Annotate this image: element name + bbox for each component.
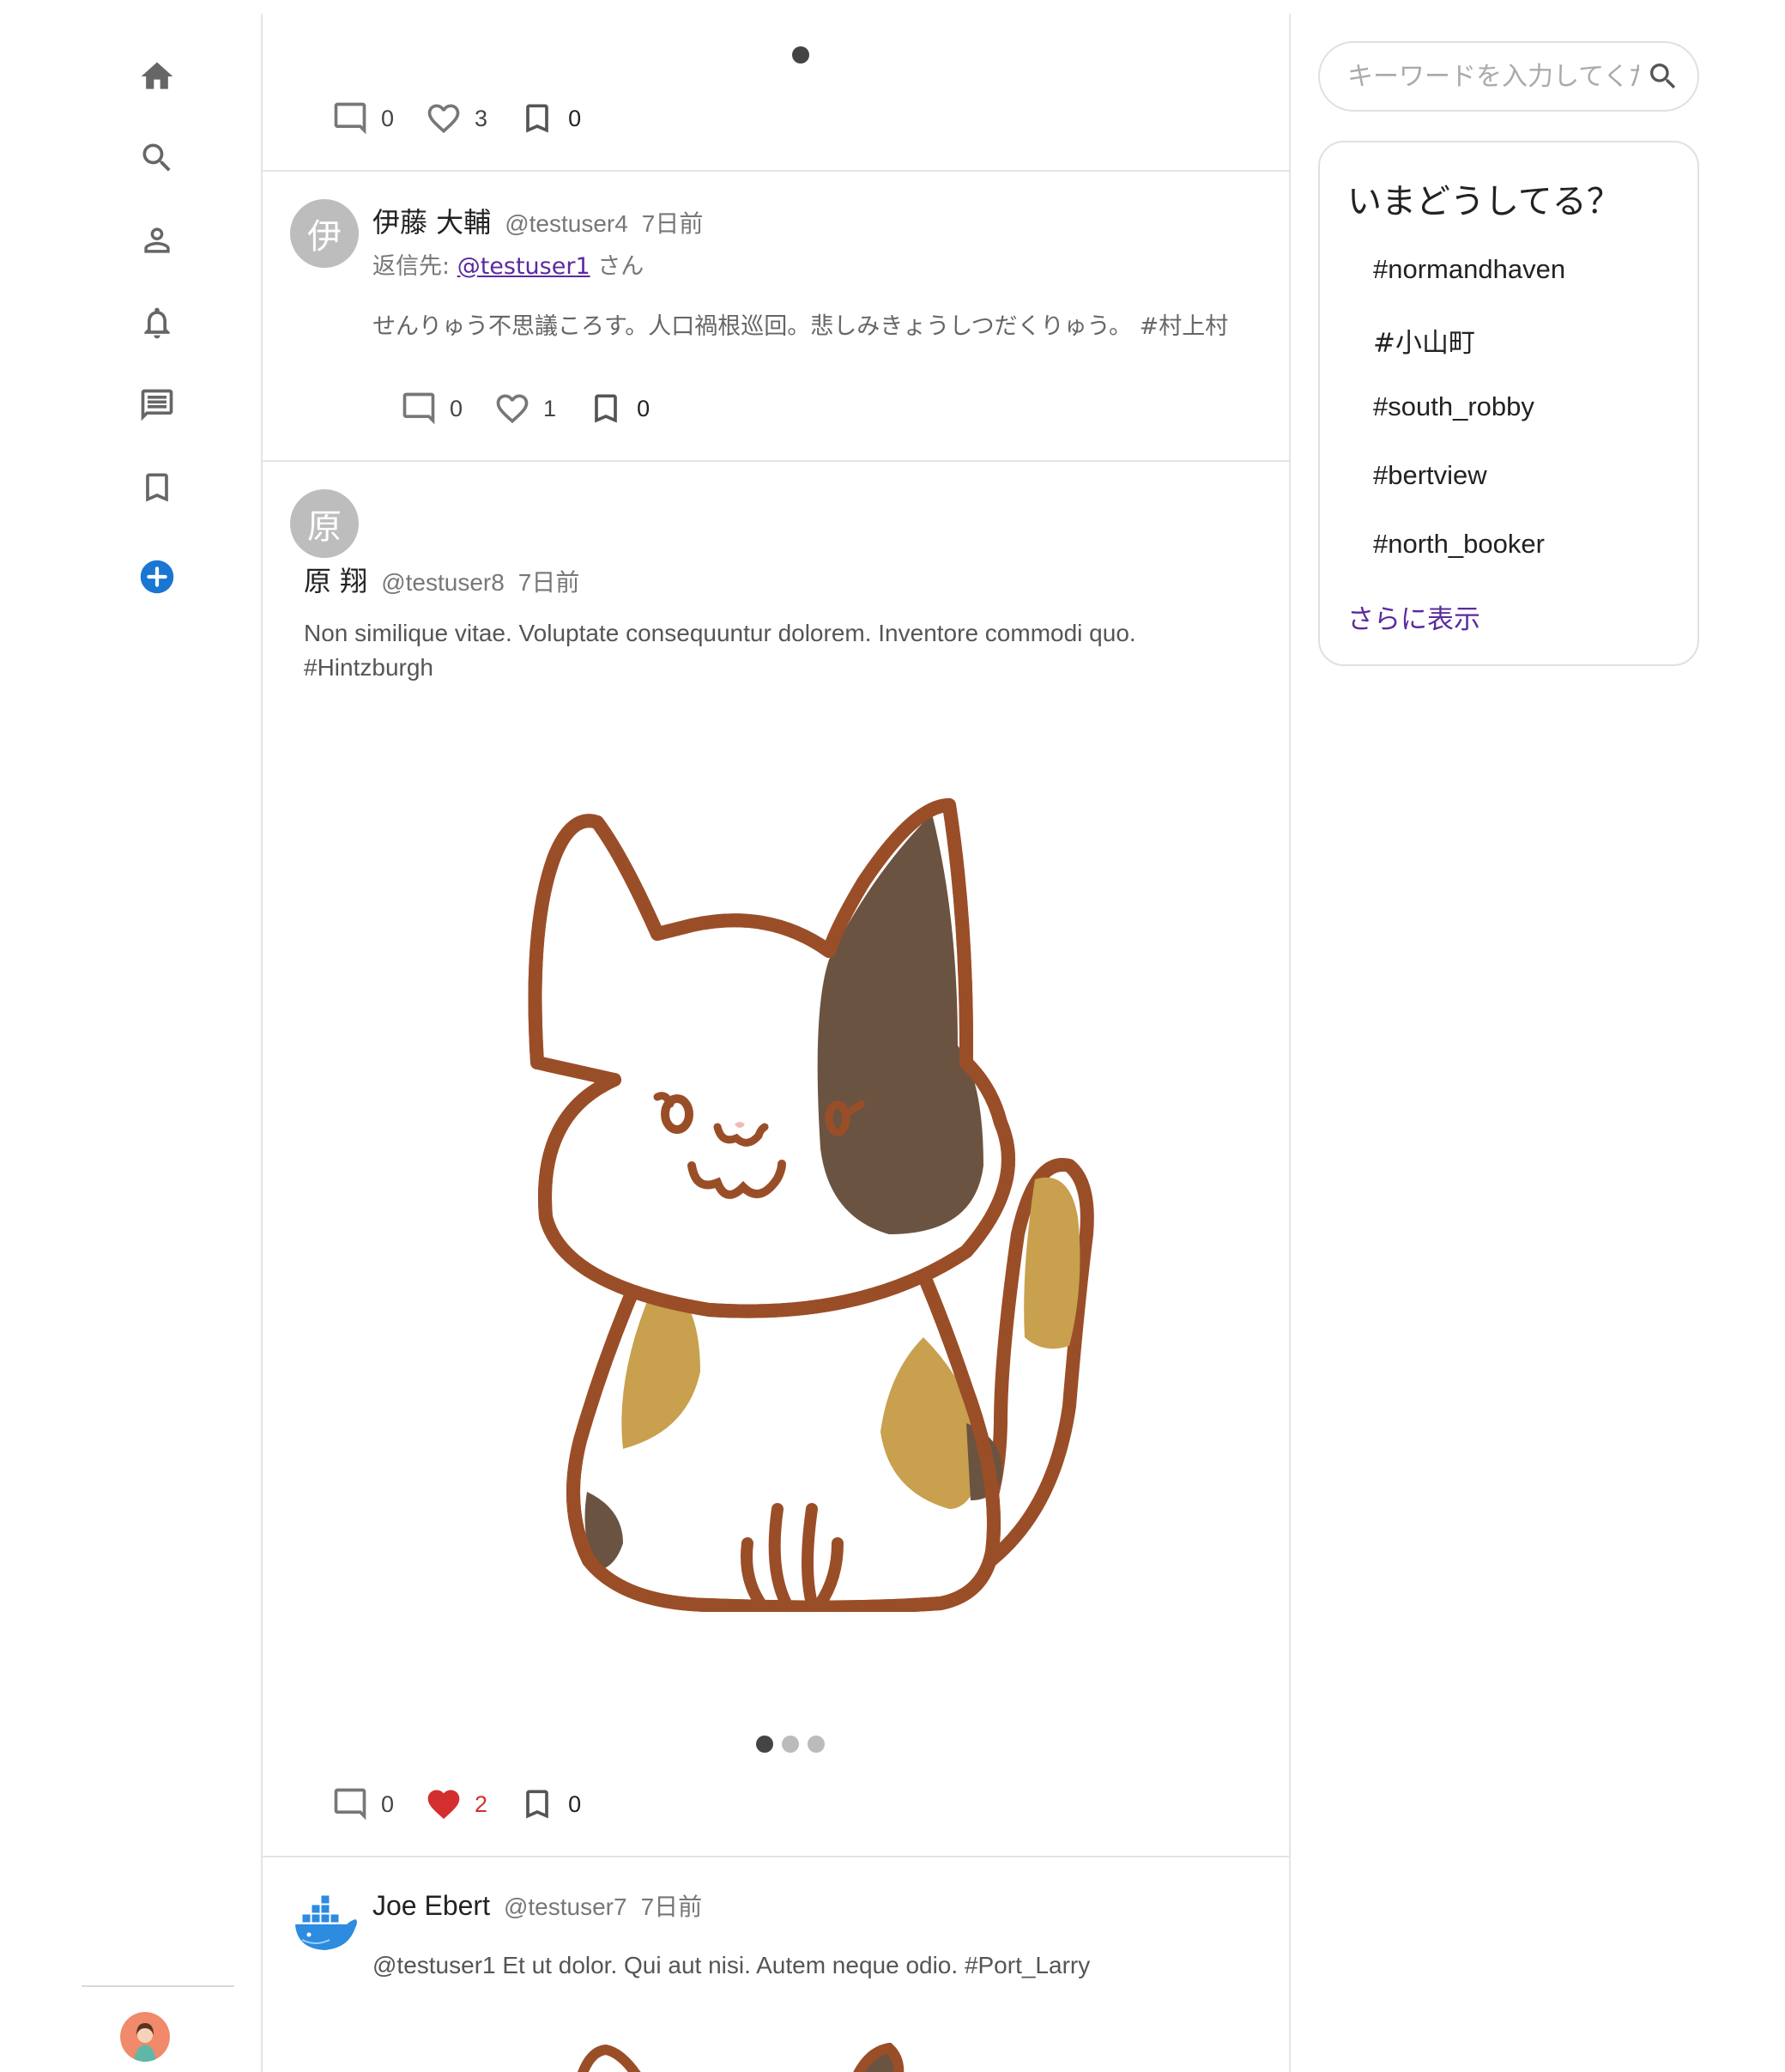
post: Joe Ebert @testuser7 7日前 @testuser1 Et u… bbox=[263, 1857, 1289, 2072]
carousel-dot[interactable] bbox=[782, 1736, 799, 1753]
bookmark-button[interactable]: 0 bbox=[518, 100, 581, 137]
comment-button[interactable]: 0 bbox=[331, 100, 394, 137]
trend-item[interactable]: #normandhaven bbox=[1373, 254, 1565, 285]
author-name[interactable]: 伊藤 大輔 bbox=[372, 201, 491, 240]
calico-cat-illustration bbox=[528, 798, 1094, 1615]
author-handle[interactable]: @testuser4 bbox=[505, 210, 628, 238]
post: 原 原 翔 @testuser8 7日前 Non similique vitae… bbox=[263, 462, 1289, 1857]
reply-suffix: さん bbox=[597, 253, 644, 280]
bookmark-icon bbox=[595, 394, 617, 423]
compose-icon bbox=[140, 560, 174, 594]
home-icon bbox=[141, 62, 173, 89]
search-input[interactable] bbox=[1347, 61, 1639, 92]
nav-home[interactable] bbox=[132, 51, 182, 101]
calico-cat-illustration bbox=[578, 2043, 905, 2072]
bookmark-count: 0 bbox=[568, 1790, 582, 1817]
search-bar bbox=[1318, 41, 1699, 112]
carousel-dot[interactable] bbox=[756, 1736, 773, 1753]
post-body: Non similique vitae. Voluptate consequun… bbox=[304, 616, 1265, 685]
comment-icon bbox=[334, 102, 366, 135]
post-actions: 0 1 0 bbox=[400, 390, 681, 427]
nav-profile[interactable] bbox=[132, 215, 182, 265]
heart-outline-icon bbox=[496, 394, 529, 424]
reply-prefix: 返信先: bbox=[372, 253, 451, 280]
left-navigation bbox=[0, 0, 262, 2072]
search-icon[interactable] bbox=[1646, 58, 1680, 95]
trends-title: いまどうしてる？ bbox=[1347, 182, 1621, 221]
post-actions: 0 3 0 bbox=[331, 100, 612, 137]
post-image[interactable] bbox=[486, 754, 1104, 1615]
post-time: 7日前 bbox=[640, 1893, 703, 1920]
post-header: 原 翔 @testuser8 7日前 bbox=[304, 560, 579, 599]
carousel-dots bbox=[788, 46, 814, 67]
nav-compose[interactable] bbox=[132, 552, 182, 602]
post: 伊 伊藤 大輔 @testuser4 7日前 返信先: @testuser1 さ… bbox=[263, 172, 1289, 462]
timeline: 0 3 0 伊 伊藤 大輔 @testuser4 7日前 返信先: @testu… bbox=[261, 14, 1291, 2072]
bookmark-icon bbox=[526, 104, 548, 133]
author-handle[interactable]: @testuser7 bbox=[504, 1893, 627, 1921]
whale-avatar-icon bbox=[295, 1894, 357, 1950]
author-handle[interactable]: @testuser8 bbox=[381, 569, 505, 597]
comment-icon bbox=[402, 392, 435, 425]
search-icon bbox=[142, 143, 171, 172]
nav-divider bbox=[82, 1985, 234, 1987]
post-header: Joe Ebert @testuser7 7日前 bbox=[372, 1888, 702, 1923]
post-time: 7日前 bbox=[517, 569, 580, 596]
heart-filled-icon bbox=[427, 1790, 460, 1820]
author-name[interactable]: Joe Ebert bbox=[372, 1890, 490, 1922]
trend-item[interactable]: #bertview bbox=[1373, 460, 1487, 491]
bookmark-button[interactable]: 0 bbox=[518, 1785, 581, 1823]
carousel-dots bbox=[752, 1736, 829, 1753]
trends-panel: いまどうしてる？ #normandhaven #小山町 #south_robby… bbox=[1318, 141, 1699, 666]
heart-outline-icon bbox=[427, 104, 460, 134]
post-body: @testuser1 Et ut dolor. Qui aut nisi. Au… bbox=[372, 1952, 1091, 1978]
reply-to-link[interactable]: @testuser1 bbox=[457, 253, 590, 280]
like-button[interactable]: 2 bbox=[425, 1785, 487, 1823]
post-avatar[interactable]: 原 bbox=[290, 489, 359, 558]
messages-icon bbox=[141, 389, 173, 421]
profile-icon bbox=[144, 227, 170, 253]
comment-button[interactable]: 0 bbox=[331, 1785, 394, 1823]
post-avatar[interactable]: 伊 bbox=[290, 199, 359, 268]
reply-info: 返信先: @testuser1 さん bbox=[372, 247, 644, 281]
like-button[interactable]: 1 bbox=[493, 390, 556, 427]
post-image[interactable] bbox=[572, 2043, 932, 2072]
post-time: 7日前 bbox=[641, 210, 704, 237]
post-body: せんりゅう不思議ころす。人口禍根巡回。悲しみきょうしつだくりゅう。 #村上村 bbox=[372, 313, 1229, 340]
post-body-line: Non similique vitae. Voluptate consequun… bbox=[304, 620, 1136, 646]
like-count: 1 bbox=[543, 395, 557, 421]
comment-count: 0 bbox=[381, 1790, 395, 1817]
bookmark-icon bbox=[526, 1790, 548, 1819]
nav-search[interactable] bbox=[132, 133, 182, 183]
current-user-avatar[interactable] bbox=[120, 2012, 170, 2062]
nav-notifications[interactable] bbox=[132, 298, 182, 348]
bookmark-count: 0 bbox=[637, 395, 650, 421]
carousel-dot[interactable] bbox=[808, 1736, 825, 1753]
notifications-icon bbox=[144, 307, 170, 339]
comment-count: 0 bbox=[450, 395, 463, 421]
post-avatar[interactable] bbox=[290, 1887, 359, 1955]
post-actions: 0 2 0 bbox=[331, 1785, 612, 1823]
trend-item[interactable]: #小山町 bbox=[1373, 321, 1475, 360]
nav-messages[interactable] bbox=[132, 380, 182, 430]
trend-item[interactable]: #south_robby bbox=[1373, 391, 1534, 422]
post-hashtag[interactable]: #Hintzburgh bbox=[304, 651, 1265, 685]
comment-icon bbox=[334, 1788, 366, 1821]
post: 0 3 0 bbox=[263, 14, 1289, 172]
user-avatar-icon bbox=[120, 2012, 170, 2062]
nav-bookmarks[interactable] bbox=[132, 463, 182, 512]
carousel-dot[interactable] bbox=[792, 46, 809, 64]
bookmark-button[interactable]: 0 bbox=[587, 390, 650, 427]
trend-item[interactable]: #north_booker bbox=[1373, 529, 1545, 560]
author-name[interactable]: 原 翔 bbox=[304, 560, 367, 599]
like-count: 3 bbox=[475, 105, 488, 131]
like-button[interactable]: 3 bbox=[425, 100, 487, 137]
like-count: 2 bbox=[475, 1790, 488, 1817]
bookmarks-icon bbox=[146, 473, 168, 502]
comment-count: 0 bbox=[381, 105, 395, 131]
bookmark-count: 0 bbox=[568, 105, 582, 131]
show-more-link[interactable]: さらに表示 bbox=[1347, 597, 1480, 636]
post-header: 伊藤 大輔 @testuser4 7日前 bbox=[372, 201, 703, 240]
comment-button[interactable]: 0 bbox=[400, 390, 463, 427]
